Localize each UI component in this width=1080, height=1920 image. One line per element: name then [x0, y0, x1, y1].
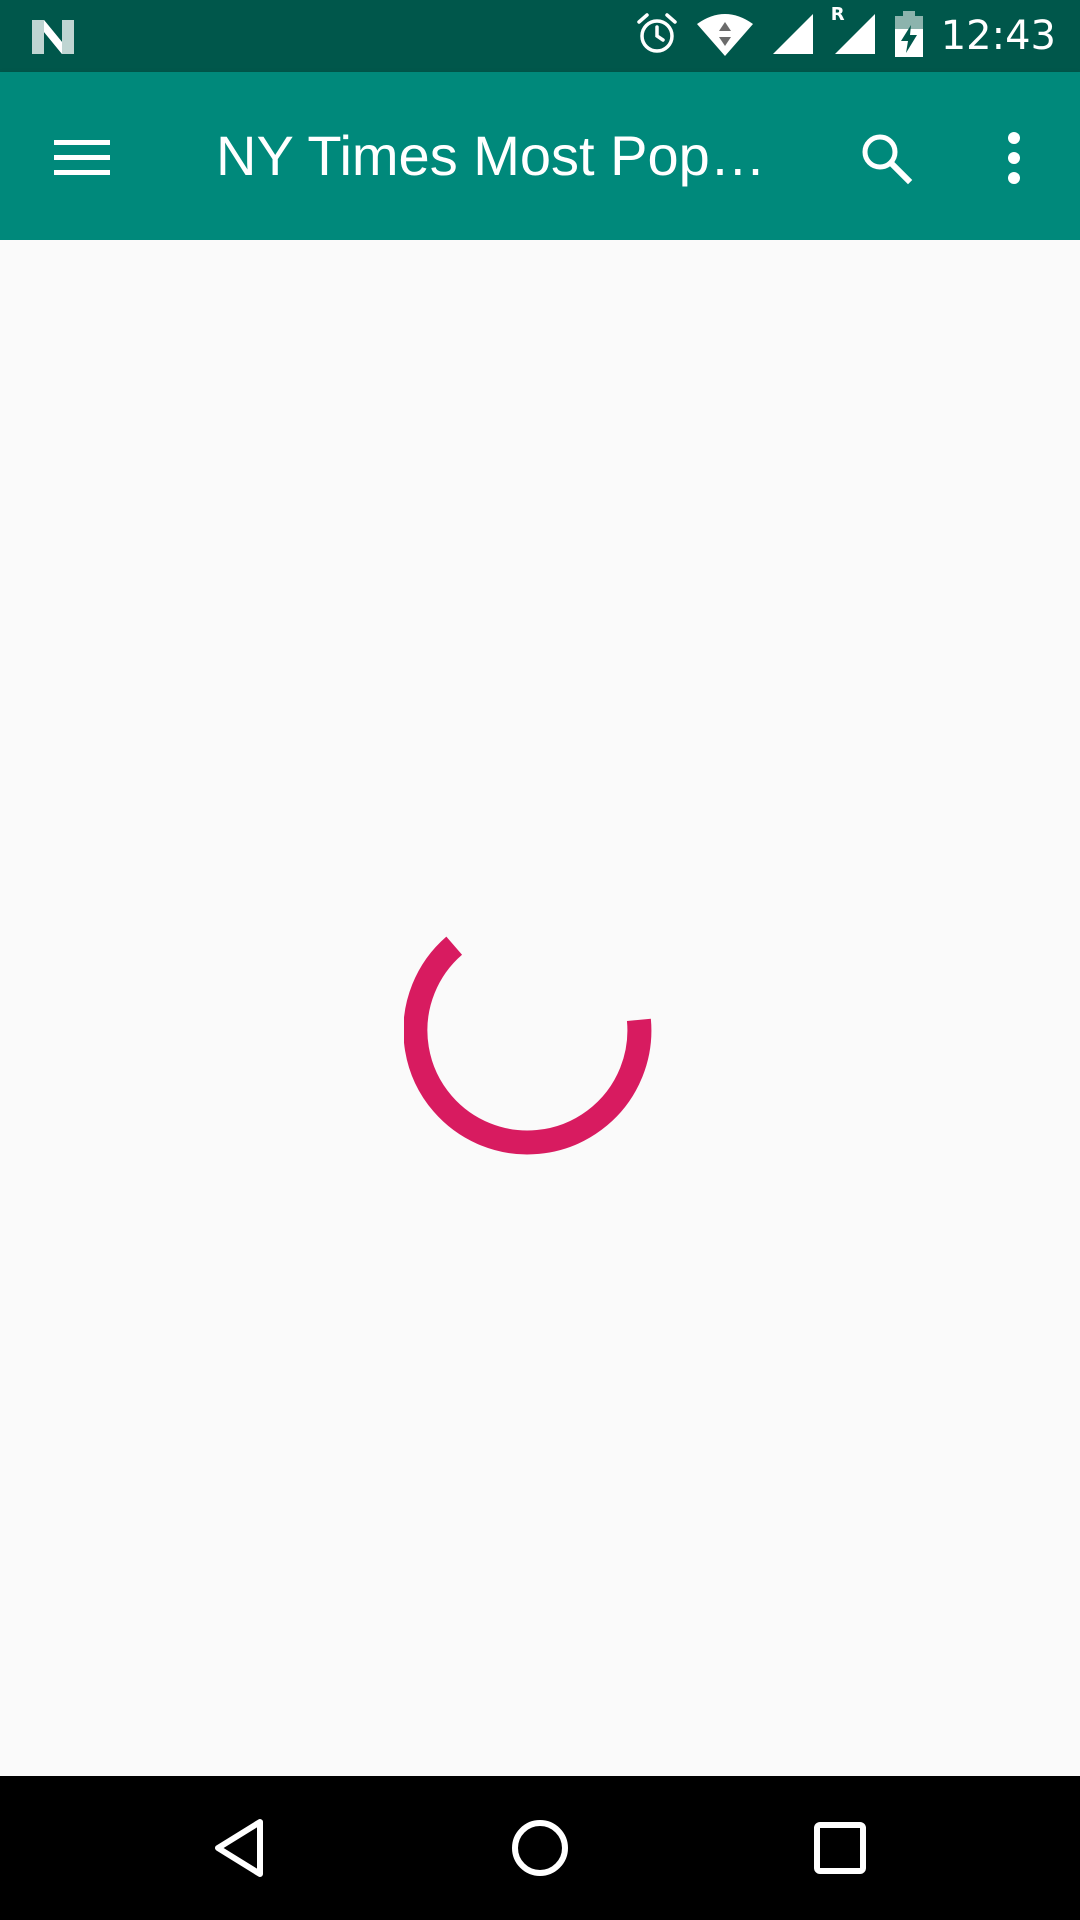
alarm-icon [635, 12, 679, 61]
menu-icon [54, 140, 110, 175]
search-icon [862, 134, 913, 185]
status-icons: R 12:43 [635, 0, 1080, 72]
app-title: NY Times Most Pop… [216, 124, 766, 187]
more-options-button[interactable] [966, 110, 1062, 206]
app-bar: NY Times Most Pop… [0, 72, 1080, 240]
recents-button[interactable] [792, 1800, 888, 1896]
status-bar: R 12:43 [0, 0, 1080, 72]
roaming-label: R [830, 3, 845, 25]
loading-spinner [404, 936, 652, 1155]
home-icon [512, 1820, 568, 1876]
status-time: 12:43 [940, 13, 1056, 59]
battery-charging-icon [894, 10, 923, 62]
search-button[interactable] [838, 110, 934, 206]
screen: R 12:43 NY Times Most Pop… [0, 0, 1080, 1920]
back-icon [215, 1819, 263, 1877]
wifi-icon [696, 12, 753, 61]
back-button[interactable] [192, 1800, 288, 1896]
notification-n-icon [30, 16, 76, 56]
more-vert-icon [1008, 132, 1020, 184]
menu-button[interactable] [34, 110, 130, 206]
recents-icon [814, 1822, 866, 1874]
cell-signal-icon [771, 12, 815, 61]
roaming-signal-icon: R [831, 4, 877, 61]
navigation-bar [0, 1776, 1080, 1920]
home-button[interactable] [492, 1800, 588, 1896]
